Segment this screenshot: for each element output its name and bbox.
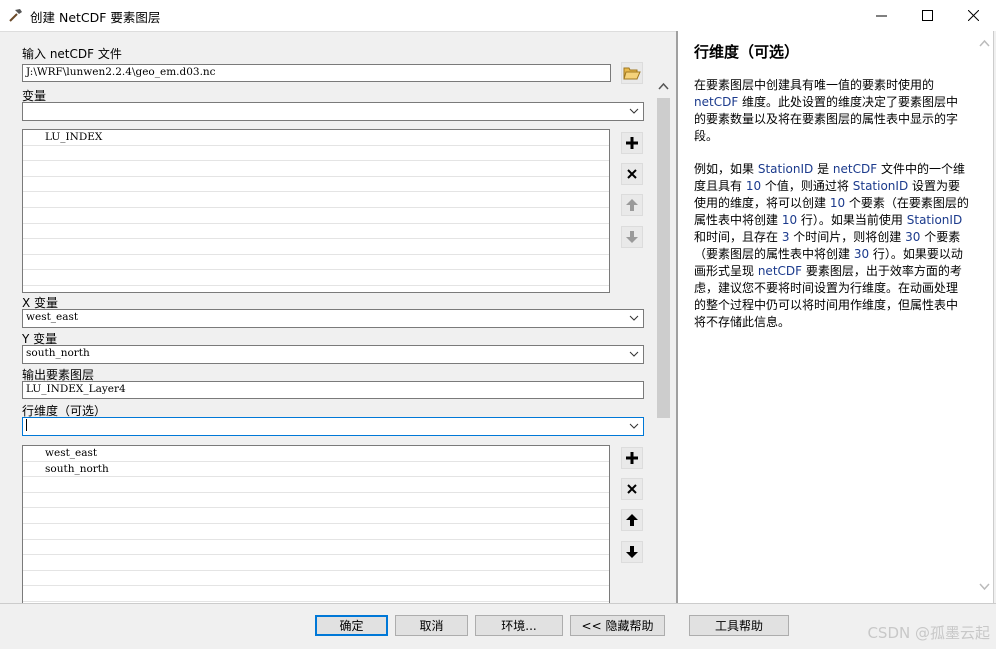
chevron-up-icon[interactable] <box>658 82 669 90</box>
chevron-down-icon <box>629 351 639 357</box>
help-highlight-text: netCDF <box>832 162 878 176</box>
tool-help-button[interactable]: 工具帮助 <box>689 615 789 636</box>
chevron-up-icon[interactable] <box>979 39 990 47</box>
help-text: 行）。如果当前使用 <box>797 213 907 227</box>
help-text: 个时间片，则将创建 <box>789 230 906 244</box>
y-variable-combo[interactable]: south_north <box>22 345 644 364</box>
input-file-label: 输入 netCDF 文件 <box>22 47 122 61</box>
help-text: 在要素图层中创建具有唯一值的要素时使用的 <box>694 78 935 92</box>
x-variable-combo[interactable]: west_east <box>22 309 644 328</box>
minimize-button[interactable] <box>858 0 904 31</box>
close-button[interactable] <box>950 0 996 31</box>
text-cursor <box>26 419 27 431</box>
input-file-field[interactable]: J:\WRF\lunwen2.2.4\geo_em.d03.nc <box>22 64 611 82</box>
minimize-icon <box>875 15 887 17</box>
help-text: 是 <box>813 162 833 176</box>
hammer-icon <box>9 9 22 22</box>
plus-icon <box>626 137 638 149</box>
help-highlight-text: 30 <box>853 247 870 261</box>
help-highlight-text: 10 <box>829 196 846 210</box>
help-highlight-text: 30 <box>905 230 921 244</box>
chevron-down-icon <box>629 315 639 321</box>
arrow-down-icon <box>626 546 638 558</box>
chevron-down-icon <box>629 108 639 114</box>
help-highlight-text: StationID <box>757 162 814 176</box>
cancel-button[interactable]: 取消 <box>395 615 468 636</box>
list-item[interactable]: south_north <box>23 462 609 478</box>
help-highlight-text: StationID <box>852 179 909 193</box>
form-scrollbar[interactable] <box>655 76 672 622</box>
arrow-down-icon <box>626 231 638 243</box>
title-bar: 创建 NetCDF 要素图层 <box>0 0 996 31</box>
y-variable-value: south_north <box>26 347 90 359</box>
x-variable-value: west_east <box>26 311 79 323</box>
help-highlight-text: netCDF <box>694 95 739 109</box>
help-highlight-text: netCDF <box>757 264 803 278</box>
help-text: 个值，则通过将 <box>761 179 853 193</box>
chevron-down-icon <box>629 423 639 429</box>
watermark: CSDN @孤墨云起 <box>867 624 990 642</box>
output-layer-field[interactable]: LU_INDEX_Layer4 <box>22 381 644 399</box>
remove-dimension-button[interactable] <box>621 478 643 500</box>
help-highlight-text: StationID <box>906 213 963 227</box>
row-dimension-listbox[interactable]: west_east south_north <box>22 445 610 605</box>
help-highlight-text: 10 <box>781 213 798 227</box>
help-text: 例如，如果 <box>694 162 758 176</box>
maximize-icon <box>921 10 933 21</box>
chevron-down-icon[interactable] <box>979 583 990 591</box>
help-highlight-text: 10 <box>745 179 762 193</box>
remove-variable-button[interactable] <box>621 163 643 185</box>
variables-listbox[interactable]: LU_INDEX <box>22 129 610 293</box>
maximize-button[interactable] <box>904 0 950 31</box>
row-dimension-combo[interactable] <box>22 417 644 436</box>
help-paragraph-1: 在要素图层中创建具有唯一值的要素时使用的 netCDF 维度。此处设置的维度决定… <box>694 77 969 145</box>
environments-button[interactable]: 环境... <box>475 615 563 636</box>
move-up-button[interactable] <box>621 194 643 216</box>
help-paragraph-2: 例如，如果 StationID 是 netCDF 文件中的一个维度且具有 10 … <box>694 161 969 331</box>
ok-button[interactable]: 确定 <box>315 615 388 636</box>
close-icon <box>967 10 979 21</box>
browse-button[interactable] <box>621 62 643 84</box>
move-dimension-up-button[interactable] <box>621 509 643 531</box>
plus-icon <box>626 452 638 464</box>
arrow-up-icon <box>626 514 638 526</box>
x-icon <box>627 484 637 494</box>
open-folder-icon <box>623 67 641 80</box>
add-variable-button[interactable] <box>621 132 643 154</box>
add-dimension-button[interactable] <box>621 447 643 469</box>
scrollbar-thumb[interactable] <box>657 98 670 418</box>
help-pane: 行维度（可选） 在要素图层中创建具有唯一值的要素时使用的 netCDF 维度。此… <box>678 31 994 603</box>
window-title: 创建 NetCDF 要素图层 <box>30 10 161 25</box>
help-title: 行维度（可选） <box>694 43 800 61</box>
button-bar: 确定 取消 环境... << 隐藏帮助 工具帮助 CSDN @孤墨云起 <box>0 603 996 649</box>
form-pane: 输入 netCDF 文件 J:\WRF\lunwen2.2.4\geo_em.d… <box>0 31 676 618</box>
x-icon <box>627 169 637 179</box>
move-down-button[interactable] <box>621 226 643 248</box>
variable-combo[interactable] <box>22 102 644 121</box>
move-dimension-down-button[interactable] <box>621 541 643 563</box>
list-item[interactable]: west_east <box>23 446 609 462</box>
hide-help-button[interactable]: << 隐藏帮助 <box>570 615 665 636</box>
arrow-up-icon <box>626 199 638 211</box>
list-item[interactable]: LU_INDEX <box>23 130 609 146</box>
help-text: 和时间，且存在 <box>694 230 782 244</box>
